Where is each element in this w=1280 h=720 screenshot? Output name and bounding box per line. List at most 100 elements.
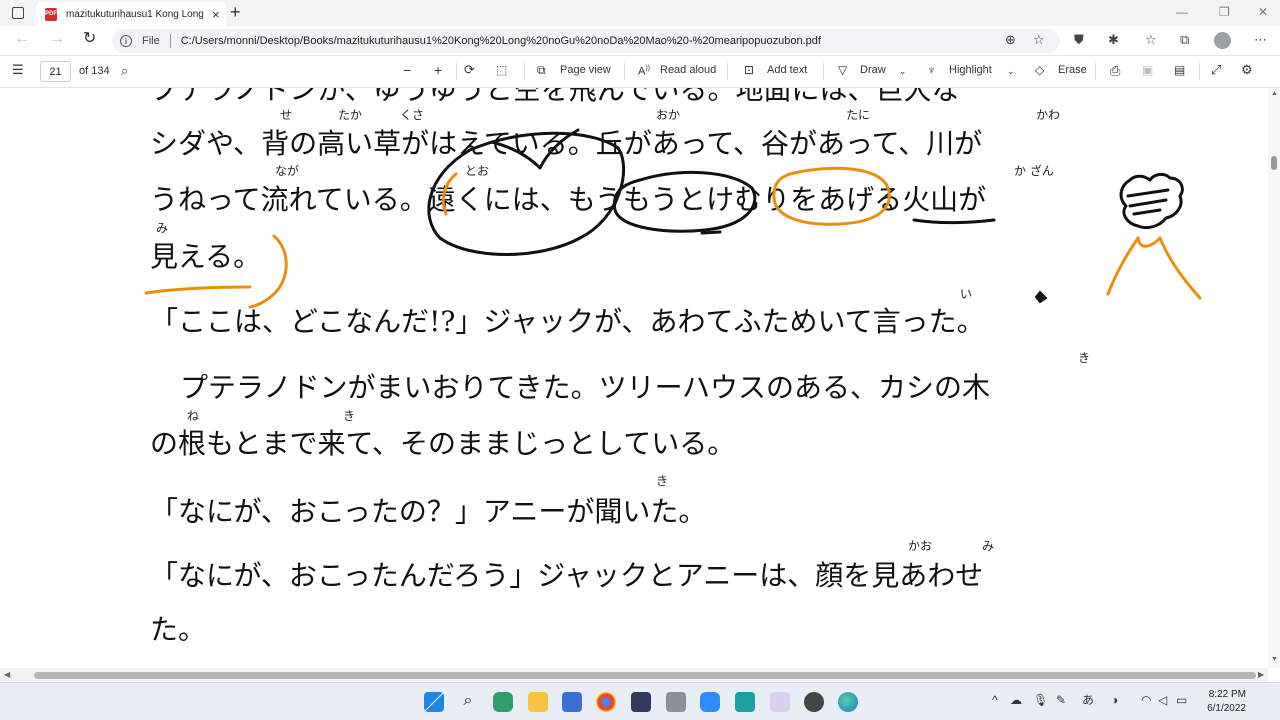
toolbar-separator <box>727 63 728 80</box>
browser-tab[interactable]: PDF mazitukuturihausu1 Kong Long no Gu n… <box>36 2 226 26</box>
ink-circle-tooku <box>427 131 626 256</box>
refresh-icon[interactable]: ↻ <box>83 31 96 47</box>
read-aloud-button[interactable]: Read aloud <box>660 65 716 76</box>
chrome-icon[interactable] <box>596 692 616 712</box>
volume-icon[interactable]: ◁ <box>1158 694 1167 706</box>
close-window-icon[interactable]: ✕ <box>1258 5 1268 19</box>
more-menu-icon[interactable]: ⋯ <box>1254 33 1267 46</box>
zoom-icon[interactable]: ⊕ <box>1005 33 1016 46</box>
close-tab-icon[interactable]: × <box>212 8 220 21</box>
zoom-out-icon[interactable]: − <box>403 63 411 77</box>
pdf-icon: PDF <box>45 7 57 21</box>
favorite-add-icon[interactable]: ☆ <box>1033 33 1045 46</box>
zoom-app-icon[interactable] <box>700 692 720 712</box>
vertical-scrollbar[interactable]: ▲ ▼ <box>1268 88 1280 668</box>
page-number-input[interactable]: 21 <box>40 61 71 82</box>
back-icon[interactable]: ← <box>14 31 30 47</box>
ime-icon[interactable]: あ <box>1082 694 1094 706</box>
draw-icon[interactable]: ▽ <box>838 64 847 76</box>
show-hidden-icons-icon[interactable]: ^ <box>992 694 998 706</box>
ink-circle-moumou <box>612 171 757 233</box>
scroll-left-icon[interactable]: ◀ <box>4 670 10 679</box>
input-mode-icon[interactable]: ◑ <box>1111 694 1118 706</box>
microphone-icon[interactable]: 🎙 <box>1033 694 1048 706</box>
pen-icon[interactable]: ✎ <box>1056 694 1066 706</box>
wifi-icon[interactable]: ◠ <box>1141 694 1151 706</box>
save-as-icon[interactable]: ▤ <box>1174 64 1185 76</box>
app-dark-icon[interactable] <box>631 692 651 712</box>
horizontal-scroll-thumb[interactable] <box>34 672 1256 679</box>
pdf-page[interactable]: プテラノドンが、ゆうゆうと空を飛んでいる。地面には、巨大な せ たか くさ おか… <box>0 88 1268 668</box>
toolbar-separator <box>524 63 525 80</box>
app-round-icon[interactable] <box>804 692 824 712</box>
scroll-up-icon[interactable]: ▲ <box>1271 90 1278 97</box>
ink-orange-curve <box>248 234 288 309</box>
highlight-button[interactable]: Highlight <box>949 65 992 76</box>
edge-icon[interactable] <box>838 692 858 712</box>
ink-orange-bracket <box>441 172 458 216</box>
search-icon[interactable]: ⌕ <box>121 64 128 77</box>
erase-button[interactable]: Erase <box>1058 65 1087 76</box>
url-text[interactable]: C:/Users/monni/Desktop/Books/mazitukutur… <box>181 35 821 47</box>
add-text-button[interactable]: Add text <box>767 65 807 76</box>
new-tab-icon[interactable]: + <box>230 3 241 21</box>
battery-icon[interactable]: ▭ <box>1176 694 1187 706</box>
page-view-button[interactable]: Page view <box>560 65 611 76</box>
file-label: File <box>142 35 160 47</box>
app-green-icon[interactable] <box>493 692 513 712</box>
ink-underline-ageru <box>912 218 996 225</box>
vertical-scroll-thumb[interactable] <box>1271 156 1277 170</box>
collections-icon[interactable]: ⧉ <box>1180 33 1189 46</box>
toolbar-separator <box>1199 63 1200 80</box>
draw-options-chevron-icon[interactable]: ⌄ <box>899 67 907 76</box>
zoom-in-icon[interactable]: + <box>434 63 442 77</box>
cloud-icon[interactable]: ☁ <box>1010 694 1022 706</box>
search-taskbar-icon[interactable]: ⌕ <box>458 692 478 712</box>
file-explorer-icon[interactable] <box>528 692 548 712</box>
app-teal-icon[interactable] <box>735 692 755 712</box>
tab-actions-icon[interactable] <box>12 7 24 19</box>
forward-icon[interactable]: → <box>49 31 65 47</box>
ink-volcano-mountain <box>1106 236 1202 300</box>
horizontal-scrollbar[interactable]: ◀ ▶ <box>0 668 1268 682</box>
profile-avatar[interactable] <box>1214 32 1231 49</box>
favorites-icon[interactable]: ☆ <box>1145 33 1157 46</box>
shield-icon[interactable]: ⛊ <box>1074 33 1084 46</box>
pdf-toolbar: ☰ 21 of 134 ⌕ − + ⟳ ⬚ ⧉ Page view A)) Re… <box>0 56 1280 88</box>
clock-time: 8:22 PM <box>1208 689 1246 700</box>
start-icon[interactable] <box>424 692 444 712</box>
info-icon[interactable]: i <box>120 35 132 47</box>
toolbar-separator <box>1095 63 1096 80</box>
restore-icon[interactable]: ❐ <box>1219 5 1230 19</box>
toolbar-separator <box>823 63 824 80</box>
ink-volcano-smoke <box>1119 172 1184 230</box>
eraser-icon[interactable]: ◇ <box>1035 64 1044 76</box>
ink-annotations <box>144 128 1202 309</box>
scroll-right-icon[interactable]: ▶ <box>1258 670 1264 679</box>
address-separator <box>169 34 171 48</box>
rotate-icon[interactable]: ⟳ <box>464 63 475 76</box>
extensions-icon[interactable]: ✱ <box>1108 33 1119 46</box>
add-text-icon[interactable]: ⊡ <box>744 64 754 76</box>
fit-page-icon[interactable]: ⬚ <box>496 64 507 76</box>
scroll-down-icon[interactable]: ▼ <box>1271 656 1278 663</box>
tab-title: mazitukuturihausu1 Kong Long no Gu no Da… <box>66 8 204 20</box>
page-view-icon[interactable]: ⧉ <box>537 64 546 76</box>
settings-app-icon[interactable] <box>562 692 582 712</box>
clock[interactable]: 8:22 PM 6/1/2022 <box>1196 688 1246 716</box>
browser-tab-bar: PDF mazitukuturihausu1 Kong Long no Gu n… <box>0 0 1280 26</box>
app-grey-icon[interactable] <box>666 692 686 712</box>
contents-icon[interactable]: ☰ <box>12 63 24 76</box>
address-bar[interactable]: i File C:/Users/monni/Desktop/Books/mazi… <box>112 29 1060 53</box>
settings-gear-icon[interactable]: ⚙ <box>1241 63 1253 76</box>
fullscreen-icon[interactable]: ⤢ <box>1211 63 1221 76</box>
save-icon[interactable]: ▣ <box>1142 64 1153 76</box>
address-bar-row: ← → ↻ i File C:/Users/monni/Desktop/Book… <box>0 26 1280 56</box>
draw-button[interactable]: Draw <box>860 65 886 76</box>
minimize-icon[interactable]: — <box>1176 5 1188 19</box>
print-icon[interactable]: ⎙ <box>1110 64 1120 77</box>
app-snip-icon[interactable] <box>770 692 790 712</box>
highlight-options-chevron-icon[interactable]: ⌄ <box>1007 67 1015 76</box>
read-aloud-icon[interactable]: A)) <box>638 65 650 78</box>
highlight-icon[interactable]: ♆ <box>927 64 936 76</box>
